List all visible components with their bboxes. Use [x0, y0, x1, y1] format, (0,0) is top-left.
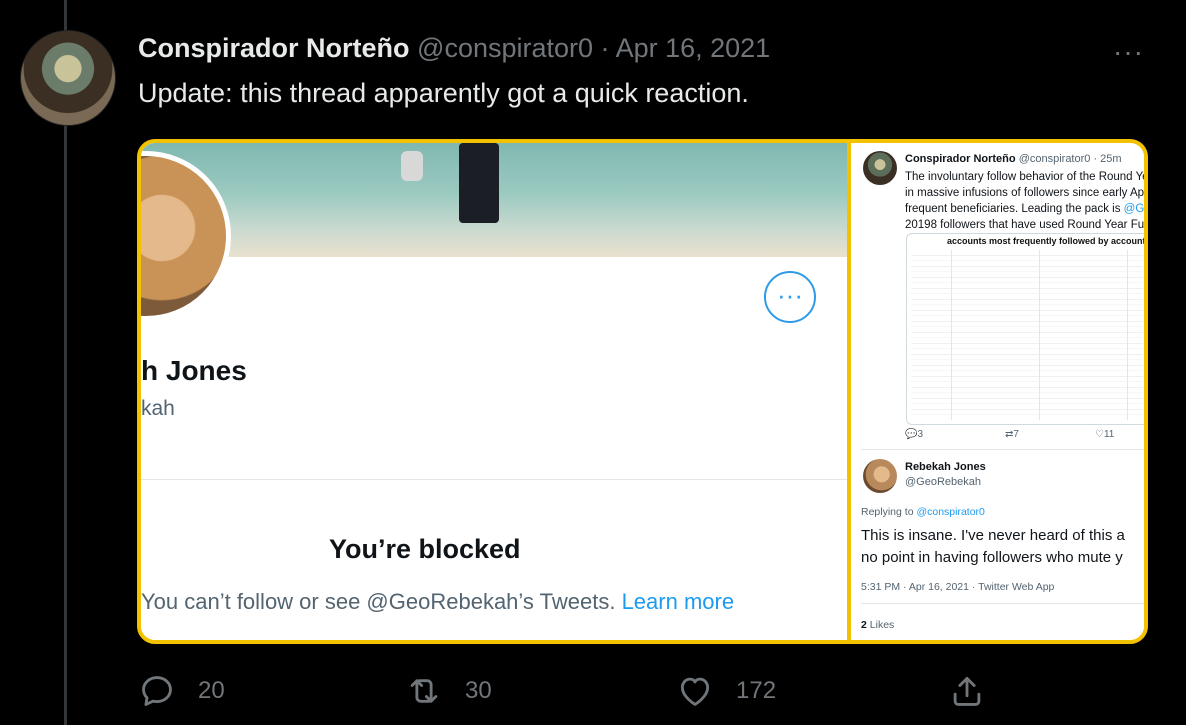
quoted-retweet: ⇄ 7 [1005, 429, 1019, 440]
banner-child [401, 151, 423, 181]
table-columns [911, 250, 1143, 420]
handle[interactable]: @conspirator0 [417, 33, 593, 63]
divider [861, 449, 1144, 450]
quoted-line: The involuntary follow behavior of the R… [905, 171, 1144, 183]
quoted-time: · 25m [1093, 153, 1122, 165]
learn-more-link: Learn more [621, 589, 735, 614]
blocked-text: You can’t follow or see @GeoRebekah’s Tw… [141, 589, 616, 614]
reply-avatar [863, 459, 897, 493]
tweet-actions: 20 30 172 [0, 672, 1186, 712]
reply-meta: 5:31 PM · Apr 16, 2021 · Twitter Web App [861, 581, 1055, 593]
replying-to-mention: @conspirator0 [916, 506, 985, 518]
quoted-handle: @conspirator0 [1018, 153, 1091, 165]
retweet-icon [410, 679, 438, 703]
quoted-line: frequent beneficiaries. Leading the pack… [905, 201, 1144, 217]
blocked-message: You can’t follow or see @GeoRebekah’s Tw… [141, 589, 734, 615]
tweet-media[interactable]: ··· h Jones kah You’re blocked You can’t… [137, 139, 1148, 644]
quoted-like: ♡ 11 [1095, 429, 1115, 440]
divider [861, 603, 1144, 604]
share-button[interactable] [948, 672, 986, 710]
reply-likes: 2 Likes [861, 619, 895, 631]
table-title: accounts most frequently followed by acc… [947, 236, 1144, 246]
more-options-button[interactable]: ··· [1113, 36, 1144, 68]
quoted-line: 20198 followers that have used Round Yea… [905, 219, 1144, 231]
reply-count: 20 [198, 677, 225, 704]
share-icon [953, 676, 981, 706]
quoted-mention: @Geo [1123, 203, 1144, 215]
reply-line: This is insane. I've never heard of this… [861, 527, 1125, 544]
replying-to: Replying to @conspirator0 [861, 506, 985, 518]
like-count: 172 [736, 677, 777, 704]
tweet-header: Conspirador Norteño @conspirator0 · Apr … [138, 33, 770, 64]
quoted-header: Conspirador Norteño @conspirator0 · 25m [905, 153, 1122, 165]
retweet-button[interactable]: 30 [405, 672, 492, 710]
profile-banner [141, 143, 847, 257]
profile-name: h Jones [141, 355, 247, 386]
reply-name: Rebekah Jones [905, 461, 986, 473]
like-button[interactable]: 172 [676, 672, 776, 710]
profile-handle: kah [141, 397, 175, 420]
blocked-title: You’re blocked [329, 534, 521, 564]
banner-person [459, 143, 499, 223]
quoted-line: in massive infusions of followers since … [905, 187, 1144, 199]
quoted-name: Conspirador Norteño [905, 153, 1016, 165]
reply-button[interactable]: 20 [138, 672, 225, 710]
profile-more-button: ··· [764, 271, 816, 323]
quoted-avatar [863, 151, 897, 185]
reply-handle: @GeoRebekah [905, 476, 981, 488]
tweet-text: Update: this thread apparently got a qui… [138, 78, 749, 108]
separator: · [600, 33, 610, 63]
heart-icon [680, 677, 710, 706]
timestamp[interactable]: Apr 16, 2021 [616, 33, 771, 63]
reply-body: This is insane. I've never heard of this… [861, 525, 1144, 569]
quoted-table-image: accounts most frequently followed by acc… [906, 233, 1144, 425]
quoted-reply: 💬 3 [905, 429, 924, 440]
reply-icon [142, 676, 172, 706]
divider [141, 479, 847, 480]
avatar[interactable] [20, 30, 116, 126]
likes-count: 2 [861, 619, 867, 631]
display-name[interactable]: Conspirador Norteño [138, 33, 410, 63]
blocked-profile-screenshot: ··· h Jones kah You’re blocked You can’t… [141, 143, 847, 640]
reply-screenshot: Conspirador Norteño @conspirator0 · 25m … [851, 143, 1144, 640]
reply-line: no point in having followers who mute y [861, 549, 1123, 566]
quoted-text: The involuntary follow behavior of the R… [905, 169, 1144, 233]
retweet-count: 30 [465, 677, 492, 704]
